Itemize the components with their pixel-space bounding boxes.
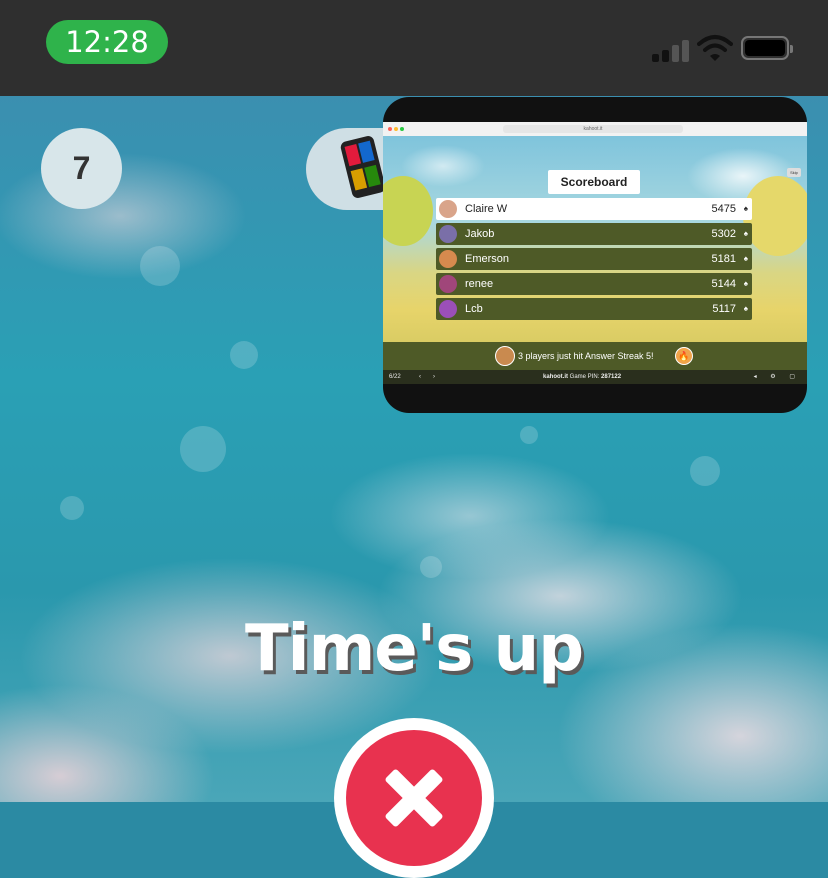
player-avatar (495, 346, 515, 366)
browser-toolbar: kahoot.it (383, 122, 807, 137)
clock-time[interactable]: 12:28 (46, 20, 168, 64)
cellular-signal-icon (652, 40, 690, 62)
player-score: 5117 (712, 303, 736, 315)
kahoot-shapes-icon (339, 134, 387, 200)
scoreboard-title: Scoreboard (548, 170, 640, 194)
question-counter: 7 (41, 128, 122, 209)
skip-button[interactable]: Skip (787, 168, 801, 177)
answer-streak-banner: 3 players just hit Answer Streak 5! 🔥 (383, 342, 807, 370)
result-heading: Time's up (244, 612, 584, 686)
player-name: Emerson (465, 253, 510, 265)
scoreboard-row: Lcb 5117 ♠ (436, 298, 752, 320)
player-avatar (439, 200, 457, 218)
player-avatar (439, 225, 457, 243)
slide-counter: 6/22 (389, 374, 401, 380)
scoreboard-row: Jakob 5302 ♠ (436, 223, 752, 245)
player-score: 5144 (711, 278, 736, 290)
streak-icon: ♠ (743, 229, 748, 238)
player-avatar (439, 250, 457, 268)
next-icon[interactable]: › (433, 370, 435, 384)
wrong-x-icon (334, 718, 494, 878)
player-score: 5302 (711, 228, 736, 240)
presentation-footer: 6/22 ‹ › kahoot.it Game PIN: 287122 ◂ ⚙ … (383, 370, 807, 384)
pin-site: kahoot.it (543, 374, 568, 380)
previous-icon[interactable]: ‹ (419, 370, 421, 384)
battery-icon (741, 36, 793, 60)
player-controls[interactable]: ◂ ⚙ ▢ (754, 370, 801, 384)
player-avatar (439, 300, 457, 318)
player-score: 5181 (711, 253, 736, 265)
scoreboard-row: renee 5144 ♠ (436, 273, 752, 295)
browser-url[interactable]: kahoot.it (503, 125, 683, 133)
player-name: renee (465, 278, 494, 290)
player-score: 5475 (711, 203, 736, 215)
streak-text: 3 players just hit Answer Streak 5! (518, 351, 654, 361)
player-name: Lcb (465, 303, 483, 315)
wifi-icon (697, 35, 733, 61)
pin-value: 287122 (601, 374, 622, 380)
streak-icon: ♠ (743, 279, 748, 288)
scoreboard-row: Emerson 5181 ♠ (436, 248, 752, 270)
player-avatar (439, 275, 457, 293)
pin-label: Game PIN: (569, 374, 600, 380)
picture-in-picture-window[interactable]: kahoot.it Scoreboard Skip Claire W 5475 … (383, 97, 807, 413)
status-bar: 12:28 (0, 0, 828, 96)
player-name: Jakob (465, 228, 495, 240)
game-pin: kahoot.it Game PIN: 287122 (543, 370, 621, 384)
scoreboard-row: Claire W 5475 ♠ (436, 198, 752, 220)
streak-icon: ♠ (743, 304, 748, 313)
streak-icon: ♠ (743, 204, 748, 213)
streak-icon: ♠ (743, 254, 748, 263)
player-name: Claire W (465, 203, 508, 215)
pip-screen: kahoot.it Scoreboard Skip Claire W 5475 … (383, 122, 807, 384)
fire-icon: 🔥 (675, 347, 693, 365)
